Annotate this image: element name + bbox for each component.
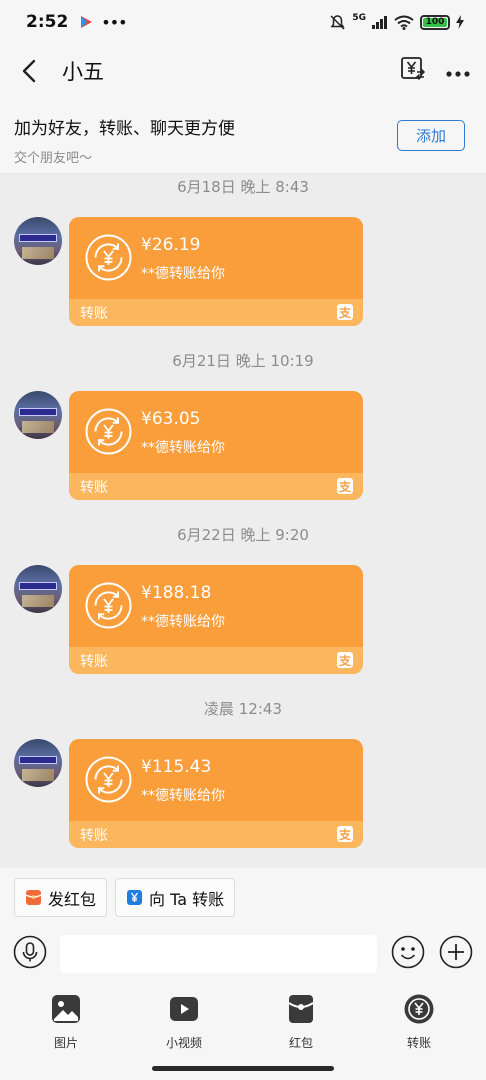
plus-icon (439, 935, 473, 969)
transfer-amount: ¥188.18 (141, 583, 212, 603)
more-dots-icon (446, 70, 470, 77)
status-bar: 2:52 ••• 5G 100 (0, 0, 486, 44)
tool-red-packet[interactable]: 红包 (266, 993, 336, 1051)
battery-icon: 100 (420, 14, 450, 30)
emoji-button[interactable] (391, 935, 425, 973)
add-friend-banner: 加为好友，转账、聊天更方便 交个朋友吧～ 添加 (0, 98, 486, 174)
transfer-yuan-icon (85, 756, 132, 803)
transfer-card[interactable]: ¥188.18 **德转账给你 转账 支 (69, 565, 363, 674)
nav-actions (400, 56, 470, 86)
emoji-icon (391, 935, 425, 969)
status-right: 5G 100 (329, 13, 464, 31)
transfer-amount: ¥63.05 (141, 409, 201, 429)
nav-bar: 小五 (0, 44, 486, 98)
alipay-logo-icon: 支 (337, 826, 353, 842)
status-time: 2:52 (26, 12, 69, 32)
avatar[interactable] (14, 217, 62, 265)
alipay-logo-icon: 支 (337, 652, 353, 668)
transfer-nav-button[interactable] (400, 56, 426, 86)
tool-transfer[interactable]: 转账 (384, 993, 454, 1051)
transfer-amount: ¥26.19 (141, 235, 201, 255)
transfer-amount: ¥115.43 (141, 757, 212, 777)
chevron-left-icon (22, 59, 36, 83)
transfer-card[interactable]: ¥63.05 **德转账给你 转账 支 (69, 391, 363, 500)
transfer-description: **德转账给你 (141, 614, 225, 630)
page-title: 小五 (62, 60, 104, 84)
back-button[interactable] (16, 58, 42, 84)
transfer-yuan-icon (404, 994, 434, 1024)
charging-icon (456, 15, 464, 29)
battery-text: 100 (425, 17, 445, 27)
transfer-label: 转账 (80, 479, 108, 496)
tool-video[interactable]: 小视频 (149, 993, 219, 1051)
wifi-icon (394, 15, 414, 30)
avatar[interactable] (14, 565, 62, 613)
message-timestamp: 6月21日 晚上 10:19 (172, 352, 314, 370)
transfer-card[interactable]: ¥115.43 **德转账给你 转账 支 (69, 739, 363, 848)
add-friend-button[interactable]: 添加 (397, 120, 465, 151)
tool-image-label: 图片 (53, 1036, 78, 1050)
microphone-icon (13, 935, 47, 969)
tool-image[interactable]: 图片 (31, 993, 101, 1051)
transfer-yuan-icon (85, 234, 132, 281)
tool-video-label: 小视频 (165, 1036, 202, 1050)
message-input[interactable] (60, 935, 377, 973)
message-timestamp: 6月22日 晚上 9:20 (177, 526, 309, 544)
network-type: 5G (352, 13, 366, 23)
image-icon (52, 995, 80, 1023)
quick-action-bar: 发红包 向 Ta 转账 (0, 868, 486, 928)
play-store-icon (81, 16, 93, 28)
transfer-label: 转账 (80, 653, 108, 670)
more-actions-button[interactable] (439, 935, 473, 973)
message-timestamp: 6月18日 晚上 8:43 (177, 178, 309, 196)
red-packet-icon (288, 995, 314, 1023)
tool-transfer-label: 转账 (406, 1036, 431, 1050)
voice-button[interactable] (13, 935, 47, 973)
tool-bar: 图片 小视频 红包 转账 (0, 980, 486, 1080)
transfer-to-ta-button[interactable]: 向 Ta 转账 (115, 878, 236, 917)
chat-area[interactable]: 6月18日 晚上 8:43 ¥26.19 **德转账给你 转账 支 6月21日 … (0, 174, 486, 868)
send-red-packet-button[interactable]: 发红包 (14, 878, 108, 917)
send-red-packet-label: 发红包 (48, 889, 97, 909)
message-timestamp: 凌晨 12:43 (204, 700, 282, 718)
home-indicator[interactable] (152, 1066, 334, 1071)
signal-icon (372, 15, 387, 29)
yuan-transfer-icon (401, 57, 426, 81)
avatar[interactable] (14, 739, 62, 787)
more-button[interactable] (446, 62, 470, 81)
more-notifications-icon: ••• (101, 12, 127, 32)
transfer-yuan-icon (85, 408, 132, 455)
alipay-logo-icon: 支 (337, 304, 353, 320)
transfer-description: **德转账给你 (141, 440, 225, 456)
input-bar (0, 928, 486, 980)
transfer-card[interactable]: ¥26.19 **德转账给你 转账 支 (69, 217, 363, 326)
transfer-label: 转账 (80, 827, 108, 844)
transfer-description: **德转账给你 (141, 788, 225, 804)
status-notification-icons: ••• (80, 12, 128, 32)
input-actions (391, 935, 473, 973)
tool-red-packet-label: 红包 (288, 1036, 313, 1050)
avatar[interactable] (14, 391, 62, 439)
mute-icon (330, 14, 345, 30)
alipay-logo-icon: 支 (337, 478, 353, 494)
transfer-description: **德转账给你 (141, 266, 225, 282)
transfer-yuan-icon (85, 582, 132, 629)
video-icon (170, 997, 198, 1021)
transfer-yuan-icon (127, 890, 143, 905)
red-packet-icon (25, 890, 42, 905)
transfer-label: 转账 (80, 305, 108, 322)
transfer-to-ta-label: 向 Ta 转账 (149, 889, 225, 909)
